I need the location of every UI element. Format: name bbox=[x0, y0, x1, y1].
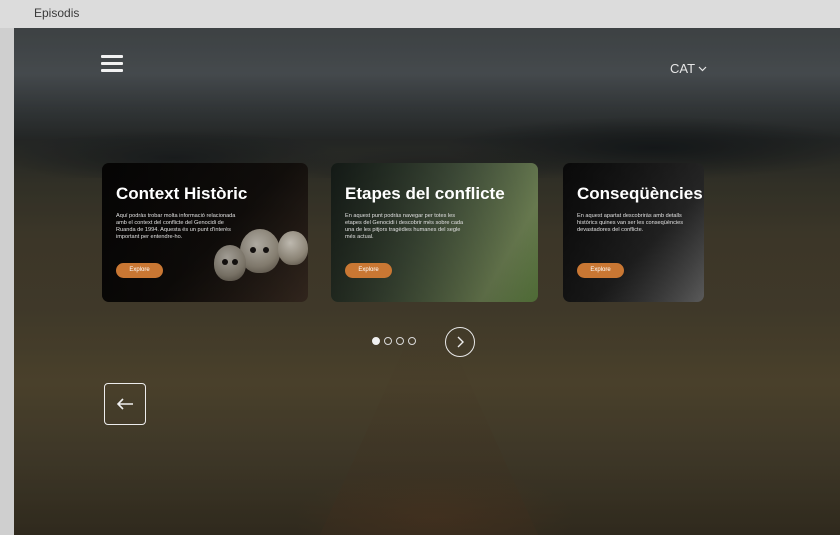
card-context-historic[interactable]: Context Històric Aquí podràs trobar molt… bbox=[102, 163, 308, 302]
card-title: Etapes del conflicte bbox=[345, 184, 505, 203]
window-title: Episodis bbox=[34, 6, 80, 20]
arrow-left-icon bbox=[116, 398, 133, 410]
card-consequencies[interactable]: Conseqüències En aquest apartat descobri… bbox=[563, 163, 704, 302]
back-button[interactable] bbox=[104, 383, 146, 425]
explore-button[interactable]: Explore bbox=[577, 263, 624, 278]
window-title-bar: Episodis bbox=[0, 0, 840, 28]
carousel-next-button[interactable] bbox=[445, 327, 475, 357]
card-etapes-conflicte[interactable]: Etapes del conflicte En aquest punt podr… bbox=[331, 163, 538, 302]
chevron-right-icon bbox=[457, 336, 464, 348]
card-description: En aquest punt podràs navegar per totes … bbox=[345, 213, 464, 240]
pagination-dot[interactable] bbox=[384, 337, 392, 345]
card-title: Context Històric bbox=[116, 184, 248, 203]
card-description: En aquest apartat descobriràs amb detall… bbox=[577, 213, 684, 233]
hero-background: CAT Context Històric Aquí podràs trobar … bbox=[14, 28, 840, 535]
pagination-dot[interactable] bbox=[408, 337, 416, 345]
language-label: CAT bbox=[670, 61, 696, 76]
language-selector[interactable]: CAT bbox=[670, 61, 707, 76]
card-description: Aquí podràs trobar molta informació rela… bbox=[116, 213, 236, 240]
chevron-down-icon bbox=[698, 66, 707, 71]
hamburger-menu-icon[interactable] bbox=[101, 55, 123, 73]
pagination-dot[interactable] bbox=[396, 337, 404, 345]
pagination-dot[interactable] bbox=[372, 337, 380, 345]
card-title: Conseqüències bbox=[577, 184, 703, 203]
explore-button[interactable]: Explore bbox=[345, 263, 392, 278]
explore-button[interactable]: Explore bbox=[116, 263, 163, 278]
window-left-border bbox=[0, 28, 14, 535]
carousel-pagination bbox=[372, 337, 416, 345]
